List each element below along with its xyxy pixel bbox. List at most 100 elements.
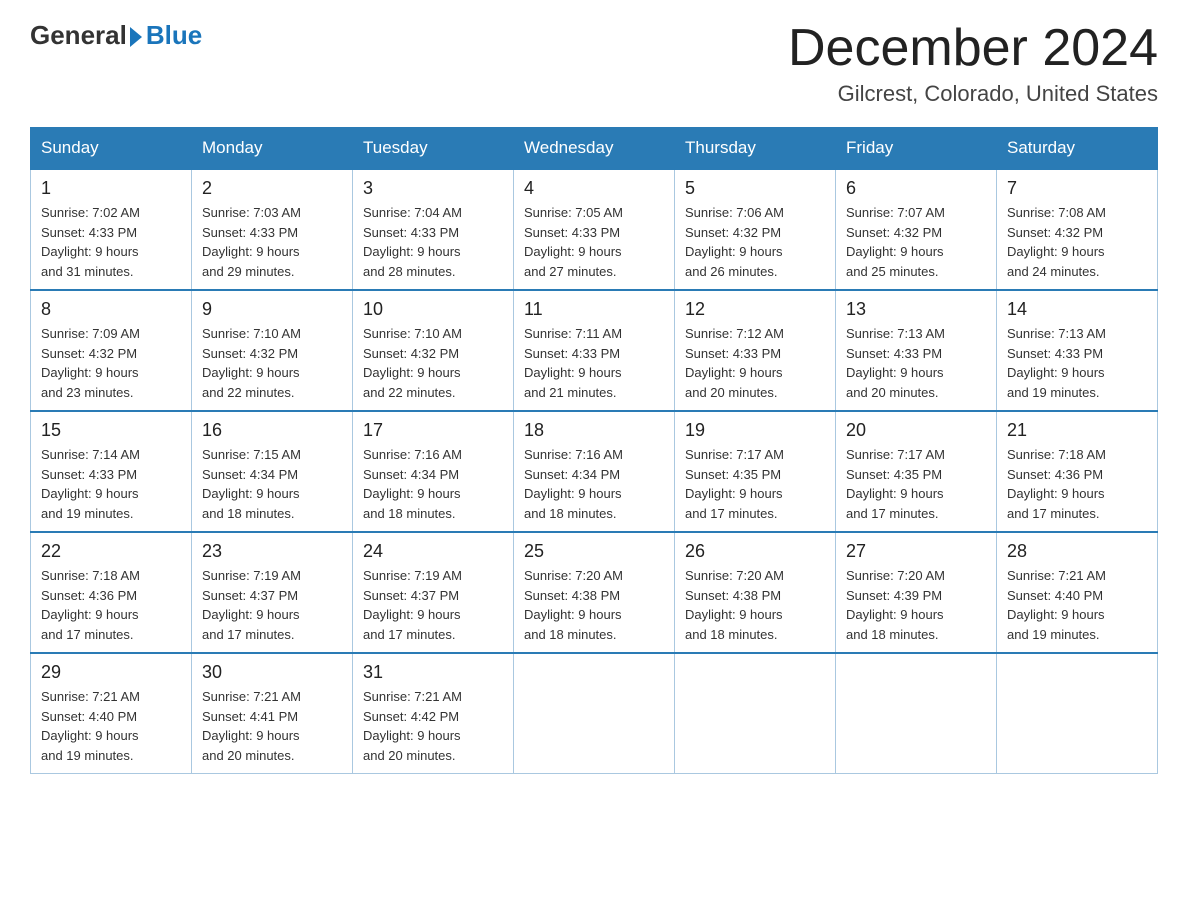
logo-arrow-icon xyxy=(130,27,142,47)
day-info: Sunrise: 7:05 AM Sunset: 4:33 PM Dayligh… xyxy=(524,203,664,281)
table-row: 4 Sunrise: 7:05 AM Sunset: 4:33 PM Dayli… xyxy=(514,169,675,290)
table-row: 28 Sunrise: 7:21 AM Sunset: 4:40 PM Dayl… xyxy=(997,532,1158,653)
day-info: Sunrise: 7:18 AM Sunset: 4:36 PM Dayligh… xyxy=(1007,445,1147,523)
day-number: 30 xyxy=(202,662,342,683)
table-row: 18 Sunrise: 7:16 AM Sunset: 4:34 PM Dayl… xyxy=(514,411,675,532)
day-number: 16 xyxy=(202,420,342,441)
day-info: Sunrise: 7:21 AM Sunset: 4:40 PM Dayligh… xyxy=(1007,566,1147,644)
day-info: Sunrise: 7:21 AM Sunset: 4:41 PM Dayligh… xyxy=(202,687,342,765)
col-saturday: Saturday xyxy=(997,128,1158,170)
col-tuesday: Tuesday xyxy=(353,128,514,170)
day-number: 11 xyxy=(524,299,664,320)
col-friday: Friday xyxy=(836,128,997,170)
table-row: 20 Sunrise: 7:17 AM Sunset: 4:35 PM Dayl… xyxy=(836,411,997,532)
day-info: Sunrise: 7:17 AM Sunset: 4:35 PM Dayligh… xyxy=(685,445,825,523)
day-info: Sunrise: 7:21 AM Sunset: 4:42 PM Dayligh… xyxy=(363,687,503,765)
day-number: 21 xyxy=(1007,420,1147,441)
day-number: 23 xyxy=(202,541,342,562)
table-row: 8 Sunrise: 7:09 AM Sunset: 4:32 PM Dayli… xyxy=(31,290,192,411)
day-info: Sunrise: 7:17 AM Sunset: 4:35 PM Dayligh… xyxy=(846,445,986,523)
table-row: 29 Sunrise: 7:21 AM Sunset: 4:40 PM Dayl… xyxy=(31,653,192,774)
day-number: 17 xyxy=(363,420,503,441)
table-row: 25 Sunrise: 7:20 AM Sunset: 4:38 PM Dayl… xyxy=(514,532,675,653)
day-info: Sunrise: 7:11 AM Sunset: 4:33 PM Dayligh… xyxy=(524,324,664,402)
table-row: 14 Sunrise: 7:13 AM Sunset: 4:33 PM Dayl… xyxy=(997,290,1158,411)
day-number: 29 xyxy=(41,662,181,683)
table-row: 3 Sunrise: 7:04 AM Sunset: 4:33 PM Dayli… xyxy=(353,169,514,290)
day-info: Sunrise: 7:12 AM Sunset: 4:33 PM Dayligh… xyxy=(685,324,825,402)
table-row: 24 Sunrise: 7:19 AM Sunset: 4:37 PM Dayl… xyxy=(353,532,514,653)
day-info: Sunrise: 7:19 AM Sunset: 4:37 PM Dayligh… xyxy=(363,566,503,644)
calendar-header-row: Sunday Monday Tuesday Wednesday Thursday… xyxy=(31,128,1158,170)
day-info: Sunrise: 7:16 AM Sunset: 4:34 PM Dayligh… xyxy=(363,445,503,523)
col-wednesday: Wednesday xyxy=(514,128,675,170)
day-info: Sunrise: 7:20 AM Sunset: 4:38 PM Dayligh… xyxy=(685,566,825,644)
col-monday: Monday xyxy=(192,128,353,170)
day-info: Sunrise: 7:07 AM Sunset: 4:32 PM Dayligh… xyxy=(846,203,986,281)
day-info: Sunrise: 7:21 AM Sunset: 4:40 PM Dayligh… xyxy=(41,687,181,765)
day-number: 24 xyxy=(363,541,503,562)
day-number: 14 xyxy=(1007,299,1147,320)
table-row: 2 Sunrise: 7:03 AM Sunset: 4:33 PM Dayli… xyxy=(192,169,353,290)
day-info: Sunrise: 7:09 AM Sunset: 4:32 PM Dayligh… xyxy=(41,324,181,402)
table-row: 5 Sunrise: 7:06 AM Sunset: 4:32 PM Dayli… xyxy=(675,169,836,290)
table-row: 22 Sunrise: 7:18 AM Sunset: 4:36 PM Dayl… xyxy=(31,532,192,653)
table-row: 9 Sunrise: 7:10 AM Sunset: 4:32 PM Dayli… xyxy=(192,290,353,411)
day-info: Sunrise: 7:02 AM Sunset: 4:33 PM Dayligh… xyxy=(41,203,181,281)
day-info: Sunrise: 7:18 AM Sunset: 4:36 PM Dayligh… xyxy=(41,566,181,644)
day-number: 25 xyxy=(524,541,664,562)
table-row: 11 Sunrise: 7:11 AM Sunset: 4:33 PM Dayl… xyxy=(514,290,675,411)
day-number: 8 xyxy=(41,299,181,320)
table-row: 30 Sunrise: 7:21 AM Sunset: 4:41 PM Dayl… xyxy=(192,653,353,774)
table-row: 17 Sunrise: 7:16 AM Sunset: 4:34 PM Dayl… xyxy=(353,411,514,532)
table-row xyxy=(675,653,836,774)
table-row xyxy=(997,653,1158,774)
logo-general-text: General xyxy=(30,20,127,51)
day-number: 4 xyxy=(524,178,664,199)
col-sunday: Sunday xyxy=(31,128,192,170)
day-number: 2 xyxy=(202,178,342,199)
calendar-table: Sunday Monday Tuesday Wednesday Thursday… xyxy=(30,127,1158,774)
day-info: Sunrise: 7:10 AM Sunset: 4:32 PM Dayligh… xyxy=(202,324,342,402)
day-info: Sunrise: 7:20 AM Sunset: 4:39 PM Dayligh… xyxy=(846,566,986,644)
day-number: 9 xyxy=(202,299,342,320)
day-number: 18 xyxy=(524,420,664,441)
calendar-week-row: 8 Sunrise: 7:09 AM Sunset: 4:32 PM Dayli… xyxy=(31,290,1158,411)
month-title: December 2024 xyxy=(788,20,1158,77)
logo: General Blue xyxy=(30,20,202,51)
day-number: 5 xyxy=(685,178,825,199)
table-row: 16 Sunrise: 7:15 AM Sunset: 4:34 PM Dayl… xyxy=(192,411,353,532)
day-info: Sunrise: 7:20 AM Sunset: 4:38 PM Dayligh… xyxy=(524,566,664,644)
day-info: Sunrise: 7:06 AM Sunset: 4:32 PM Dayligh… xyxy=(685,203,825,281)
day-number: 6 xyxy=(846,178,986,199)
day-number: 7 xyxy=(1007,178,1147,199)
table-row: 27 Sunrise: 7:20 AM Sunset: 4:39 PM Dayl… xyxy=(836,532,997,653)
day-info: Sunrise: 7:15 AM Sunset: 4:34 PM Dayligh… xyxy=(202,445,342,523)
day-number: 27 xyxy=(846,541,986,562)
table-row: 6 Sunrise: 7:07 AM Sunset: 4:32 PM Dayli… xyxy=(836,169,997,290)
day-info: Sunrise: 7:16 AM Sunset: 4:34 PM Dayligh… xyxy=(524,445,664,523)
table-row: 7 Sunrise: 7:08 AM Sunset: 4:32 PM Dayli… xyxy=(997,169,1158,290)
day-number: 15 xyxy=(41,420,181,441)
day-number: 12 xyxy=(685,299,825,320)
table-row: 26 Sunrise: 7:20 AM Sunset: 4:38 PM Dayl… xyxy=(675,532,836,653)
table-row: 21 Sunrise: 7:18 AM Sunset: 4:36 PM Dayl… xyxy=(997,411,1158,532)
logo-blue-text: Blue xyxy=(146,20,202,51)
table-row: 19 Sunrise: 7:17 AM Sunset: 4:35 PM Dayl… xyxy=(675,411,836,532)
day-info: Sunrise: 7:10 AM Sunset: 4:32 PM Dayligh… xyxy=(363,324,503,402)
table-row: 12 Sunrise: 7:12 AM Sunset: 4:33 PM Dayl… xyxy=(675,290,836,411)
day-number: 13 xyxy=(846,299,986,320)
calendar-week-row: 29 Sunrise: 7:21 AM Sunset: 4:40 PM Dayl… xyxy=(31,653,1158,774)
day-number: 28 xyxy=(1007,541,1147,562)
title-section: December 2024 Gilcrest, Colorado, United… xyxy=(788,20,1158,107)
table-row: 31 Sunrise: 7:21 AM Sunset: 4:42 PM Dayl… xyxy=(353,653,514,774)
location-text: Gilcrest, Colorado, United States xyxy=(788,81,1158,107)
day-number: 20 xyxy=(846,420,986,441)
table-row: 15 Sunrise: 7:14 AM Sunset: 4:33 PM Dayl… xyxy=(31,411,192,532)
day-info: Sunrise: 7:13 AM Sunset: 4:33 PM Dayligh… xyxy=(846,324,986,402)
col-thursday: Thursday xyxy=(675,128,836,170)
day-info: Sunrise: 7:08 AM Sunset: 4:32 PM Dayligh… xyxy=(1007,203,1147,281)
day-number: 3 xyxy=(363,178,503,199)
day-info: Sunrise: 7:04 AM Sunset: 4:33 PM Dayligh… xyxy=(363,203,503,281)
day-number: 19 xyxy=(685,420,825,441)
